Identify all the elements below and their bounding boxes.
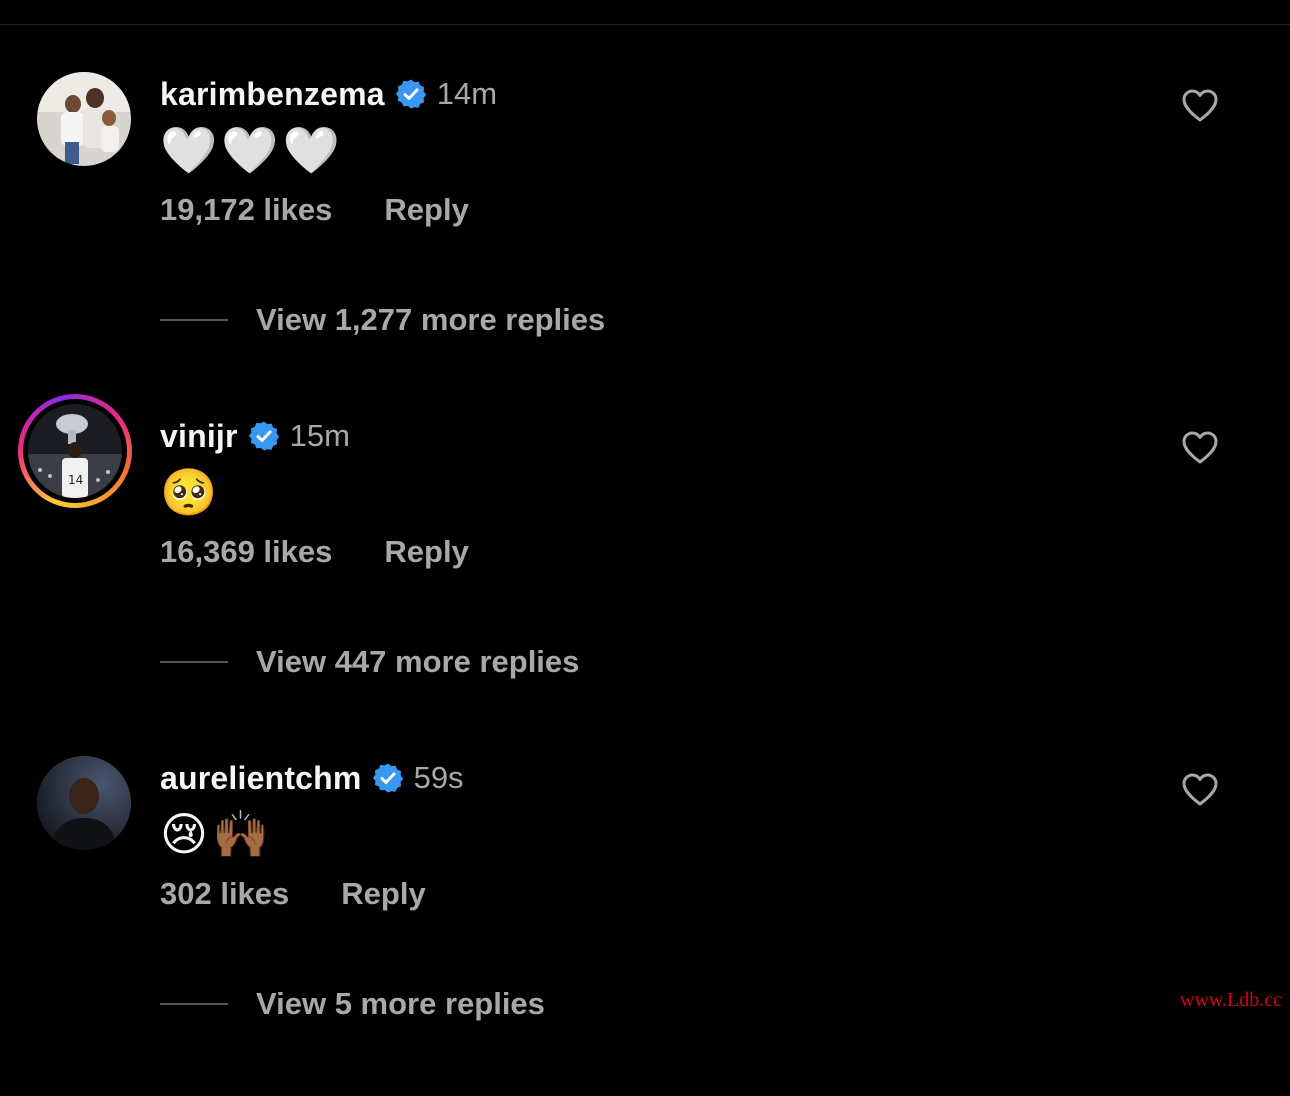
- avatar[interactable]: [37, 72, 131, 166]
- comment-time: 59s: [413, 760, 464, 795]
- comment-item: 14 vinijr 15m 🥺 16,369 likes Reply View …: [0, 394, 1290, 754]
- likes-count[interactable]: 16,369 likes: [160, 534, 332, 570]
- likes-count[interactable]: 19,172 likes: [160, 192, 332, 228]
- heart-outline-icon[interactable]: [1180, 428, 1220, 468]
- avatar: 14: [28, 404, 122, 498]
- comment-time: 14m: [436, 76, 498, 111]
- replies-divider-line: [160, 319, 228, 321]
- view-replies-label: View 447 more replies: [256, 644, 580, 679]
- avatar-story-ring[interactable]: 14: [18, 394, 132, 508]
- view-replies-button[interactable]: View 1,277 more replies: [160, 302, 605, 338]
- reply-button[interactable]: Reply: [384, 192, 468, 228]
- heart-outline-icon[interactable]: [1180, 86, 1220, 126]
- username[interactable]: karimbenzema: [160, 76, 385, 113]
- heart-outline-icon[interactable]: [1180, 770, 1220, 810]
- avatar[interactable]: [37, 756, 131, 850]
- svg-text:14: 14: [68, 473, 83, 487]
- replies-divider-line: [160, 1003, 228, 1005]
- username[interactable]: aurelientchm: [160, 760, 362, 797]
- comment-text: 🥺: [160, 466, 222, 518]
- top-divider: [0, 24, 1290, 25]
- verified-badge-icon: [395, 79, 426, 109]
- comment-time: 15m: [289, 418, 350, 453]
- comment-meta: aurelientchm 59s: [160, 756, 464, 800]
- comment-meta: karimbenzema 14m: [160, 72, 497, 116]
- view-replies-label: View 5 more replies: [256, 986, 545, 1021]
- comment-actions: 16,369 likes Reply: [160, 534, 469, 570]
- comment-item: karimbenzema 14m 🤍🤍🤍 19,172 likes Reply …: [0, 72, 1290, 412]
- username[interactable]: vinijr: [160, 418, 238, 455]
- reply-button[interactable]: Reply: [341, 876, 425, 912]
- view-replies-button[interactable]: View 5 more replies: [160, 986, 545, 1022]
- comment-actions: 19,172 likes Reply: [160, 192, 469, 228]
- likes-count[interactable]: 302 likes: [160, 876, 289, 912]
- comment-text: 😢🙌🏾: [160, 808, 274, 860]
- replies-divider-line: [160, 661, 228, 663]
- reply-button[interactable]: Reply: [384, 534, 468, 570]
- comment-meta: vinijr 15m: [160, 414, 350, 458]
- verified-badge-icon: [372, 763, 403, 793]
- comment-actions: 302 likes Reply: [160, 876, 426, 912]
- comment-item: aurelientchm 59s 😢🙌🏾 302 likes Reply Vie…: [0, 756, 1290, 1096]
- watermark-text: www.Ldb.cc: [1179, 989, 1282, 1011]
- comment-text: 🤍🤍🤍: [160, 124, 344, 176]
- view-replies-button[interactable]: View 447 more replies: [160, 644, 579, 680]
- view-replies-label: View 1,277 more replies: [256, 302, 606, 337]
- verified-badge-icon: [248, 421, 279, 451]
